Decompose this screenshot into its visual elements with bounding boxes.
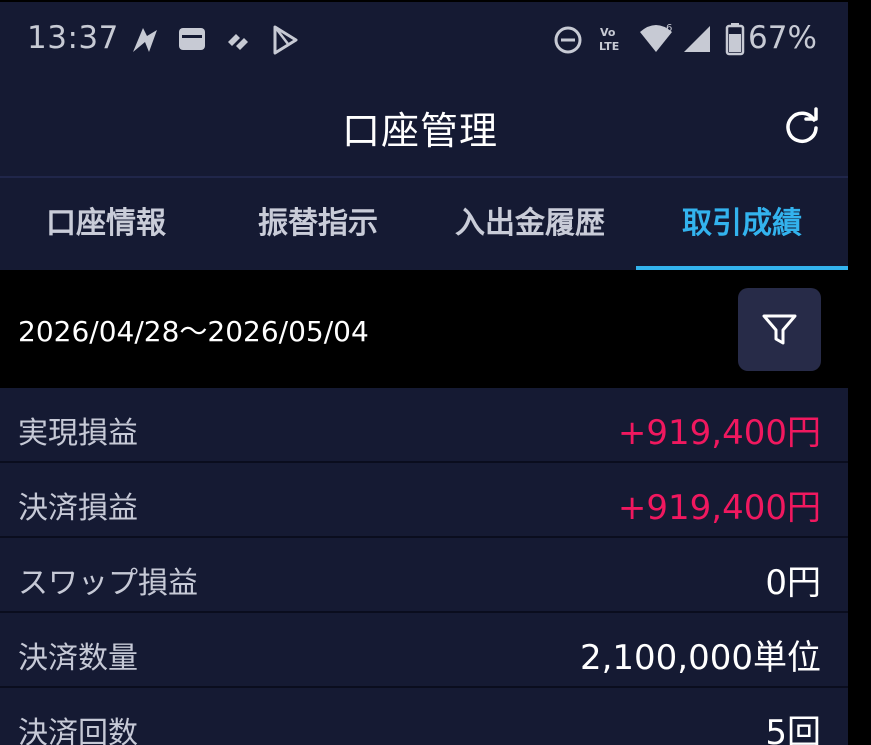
battery-icon [725, 23, 745, 56]
stat-value: 2,100,000単位 [579, 638, 821, 678]
stat-label: 決済損益 [18, 491, 138, 526]
stat-value: +919,400円 [617, 488, 821, 528]
svg-text:LTE: LTE [599, 40, 619, 53]
period-range: 2026/04/28～2026/05/04 [18, 315, 369, 348]
stat-label: スワップ損益 [18, 566, 198, 601]
stat-value: +919,400円 [617, 413, 821, 453]
battery-percent: 67% [748, 20, 817, 56]
do-not-disturb-icon [554, 26, 582, 54]
filter-icon [762, 314, 797, 345]
app-header: 口座管理 [0, 80, 848, 176]
stats-list: 実現損益 +919,400円 決済損益 +919,400円 スワップ損益 0円 … [0, 388, 848, 745]
status-time: 13:37 [27, 20, 119, 56]
stat-row-swap-pl: スワップ損益 0円 [0, 538, 848, 613]
stat-label: 実現損益 [18, 416, 138, 451]
link-icon [228, 34, 248, 50]
page-title: 口座管理 [341, 109, 498, 153]
stat-row-settlement-quantity: 決済数量 2,100,000単位 [0, 613, 848, 688]
tab-account-info[interactable]: 口座情報 [0, 178, 212, 270]
screen-edge [848, 0, 871, 745]
tab-trading-results[interactable]: 取引成績 [636, 178, 848, 270]
svg-text:Vo: Vo [600, 26, 616, 39]
tab-deposit-history[interactable]: 入出金履歴 [424, 178, 636, 270]
stat-value: 5回 [765, 713, 821, 745]
tab-bar: 口座情報 振替指示 入出金履歴 取引成績 [0, 176, 848, 270]
volte-icon: Vo LTE [599, 26, 619, 53]
stat-row-settlement-count: 決済回数 5回 [0, 688, 848, 745]
stat-label: 決済回数 [18, 716, 138, 745]
stat-row-settlement-pl: 決済損益 +919,400円 [0, 463, 848, 538]
refresh-icon[interactable] [781, 106, 823, 148]
filter-button[interactable] [738, 288, 821, 371]
tab-transfer[interactable]: 振替指示 [212, 178, 424, 270]
svg-text:6: 6 [666, 23, 672, 34]
signal-icon [684, 26, 710, 52]
stat-label: 決済数量 [18, 641, 138, 676]
status-bar: 13:37 Vo LTE 6 67% [0, 0, 848, 80]
stat-row-realized-pl: 実現損益 +919,400円 [0, 388, 848, 463]
wallet-icon [179, 28, 205, 50]
tunnel-icon [133, 28, 157, 52]
period-bar: 2026/04/28～2026/05/04 [0, 270, 848, 388]
wifi-icon: 6 [640, 23, 672, 52]
app-screen: 13:37 Vo LTE 6 67% 口座管理 口座情報 振替指示 入出金履歴 … [0, 0, 848, 745]
stat-value: 0円 [765, 563, 821, 603]
play-store-icon [273, 25, 298, 55]
